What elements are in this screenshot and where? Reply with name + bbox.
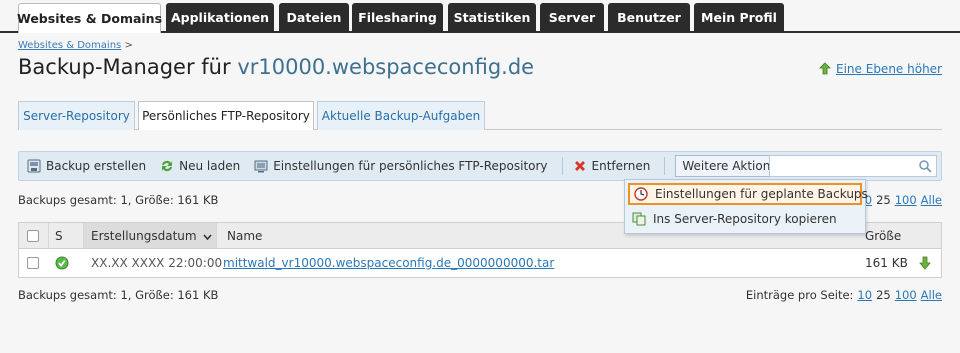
tab-applikationen[interactable]: Applikationen bbox=[166, 3, 274, 32]
tab-server-repository[interactable]: Server-Repository bbox=[18, 101, 135, 130]
column-header-date[interactable]: Erstellungsdatum bbox=[84, 223, 216, 248]
menu-item-label: Einstellungen für geplante Backups bbox=[655, 187, 868, 201]
breadcrumb-link-websites[interactable]: Websites & Domains bbox=[18, 40, 121, 51]
download-cell bbox=[918, 249, 932, 277]
pager-bottom: Einträge pro Seite: 10 25 100 Alle bbox=[746, 288, 942, 302]
row-select-cell bbox=[27, 249, 39, 277]
select-all-checkbox[interactable] bbox=[27, 229, 39, 242]
page-title-prefix: Backup-Manager für bbox=[18, 55, 231, 79]
reload-label: Neu laden bbox=[179, 159, 241, 173]
backup-summary-bottom: Backups gesamt: 1, Größe: 161 KB bbox=[18, 288, 219, 302]
remove-label: Entfernen bbox=[591, 159, 651, 173]
pager-option-25[interactable]: 25 bbox=[876, 288, 891, 302]
select-all-cell bbox=[27, 223, 39, 248]
pager-option-100[interactable]: 100 bbox=[895, 193, 917, 207]
pager-label: Einträge pro Seite: bbox=[745, 288, 854, 302]
ftp-settings-button[interactable]: Einstellungen für persönliches FTP-Repos… bbox=[254, 159, 548, 173]
refresh-icon bbox=[160, 159, 174, 173]
page-title: Backup-Manager für vr10000.webspaceconfi… bbox=[18, 55, 534, 79]
backup-file-link[interactable]: mittwald_vr10000.webspaceconfig.de_00000… bbox=[223, 256, 554, 270]
main-nav: Websites & Domains Applikationen Dateien… bbox=[0, 0, 960, 33]
remove-button[interactable]: Entfernen bbox=[573, 159, 651, 173]
pager-option-25[interactable]: 25 bbox=[876, 193, 891, 207]
pager-option-100[interactable]: 100 bbox=[895, 288, 917, 302]
toolbar-divider bbox=[561, 157, 563, 175]
tab-dateien[interactable]: Dateien bbox=[279, 3, 349, 32]
search-icon[interactable] bbox=[918, 159, 932, 173]
status-cell bbox=[55, 249, 69, 277]
pager-option-all[interactable]: Alle bbox=[921, 288, 942, 302]
column-header-size[interactable]: Größe bbox=[865, 223, 901, 248]
search-input[interactable] bbox=[769, 155, 937, 177]
clock-icon bbox=[634, 187, 648, 201]
page-title-host: vr10000.webspaceconfig.de bbox=[237, 55, 535, 79]
tab-statistiken[interactable]: Statistiken bbox=[448, 3, 536, 32]
toolbar-divider bbox=[664, 157, 666, 175]
pager-option-10[interactable]: 10 bbox=[857, 288, 872, 302]
column-divider bbox=[216, 223, 217, 249]
breadcrumb-separator: > bbox=[124, 40, 133, 51]
reload-button[interactable]: Neu laden bbox=[160, 159, 240, 173]
tab-current-backup-tasks[interactable]: Aktuelle Backup-Aufgaben bbox=[317, 101, 485, 130]
more-actions-menu: Einstellungen für geplante Backups Ins S… bbox=[624, 179, 868, 234]
tab-server[interactable]: Server bbox=[540, 3, 604, 32]
tab-benutzer[interactable]: Benutzer bbox=[608, 3, 690, 32]
backup-size: 161 KB bbox=[865, 256, 908, 270]
table-row: XX.XX XXXX 22:00:00 mittwald_vr10000.web… bbox=[19, 249, 941, 277]
create-backup-button[interactable]: Backup erstellen bbox=[27, 159, 146, 173]
menu-item-copy-to-server[interactable]: Ins Server-Repository kopieren bbox=[628, 208, 862, 230]
pager-top: 10 25 100 Alle bbox=[857, 193, 942, 207]
create-backup-label: Backup erstellen bbox=[46, 159, 147, 173]
backup-date: XX.XX XXXX 22:00:00 bbox=[91, 256, 223, 270]
menu-item-scheduled-backups[interactable]: Einstellungen für geplante Backups bbox=[628, 183, 868, 205]
tab-filesharing[interactable]: Filesharing bbox=[352, 3, 443, 32]
backup-name-cell: mittwald_vr10000.webspaceconfig.de_00000… bbox=[223, 249, 554, 277]
tab-websites-domains[interactable]: Websites & Domains bbox=[17, 3, 162, 33]
arrow-up-icon bbox=[818, 62, 832, 76]
column-header-date-label: Erstellungsdatum bbox=[91, 228, 197, 243]
copy-icon bbox=[632, 212, 646, 226]
tab-mein-profil[interactable]: Mein Profil bbox=[694, 3, 784, 32]
toolbar: Backup erstellen Neu laden Einstellungen… bbox=[18, 151, 942, 181]
download-arrow-icon[interactable] bbox=[918, 256, 932, 270]
breadcrumb: Websites & Domains > bbox=[18, 40, 133, 51]
sort-desc-icon bbox=[202, 231, 212, 241]
backup-icon bbox=[27, 159, 41, 173]
up-level-link[interactable]: Eine Ebene höher bbox=[836, 62, 942, 76]
ftp-settings-label: Einstellungen für persönliches FTP-Repos… bbox=[273, 159, 548, 173]
pager-option-all[interactable]: Alle bbox=[921, 193, 942, 207]
server-settings-icon bbox=[254, 159, 268, 173]
row-checkbox[interactable] bbox=[27, 257, 39, 269]
column-divider bbox=[48, 223, 49, 249]
tab-personal-ftp-repository[interactable]: Persönliches FTP-Repository bbox=[138, 101, 314, 130]
menu-item-label: Ins Server-Repository kopieren bbox=[653, 212, 837, 226]
delete-x-icon bbox=[573, 159, 587, 173]
column-header-status[interactable]: S bbox=[55, 223, 63, 248]
up-level: Eine Ebene höher bbox=[818, 62, 942, 76]
column-header-name[interactable]: Name bbox=[227, 223, 262, 248]
backup-summary-top: Backups gesamt: 1, Größe: 161 KB bbox=[18, 193, 219, 207]
status-ok-icon bbox=[55, 256, 69, 270]
